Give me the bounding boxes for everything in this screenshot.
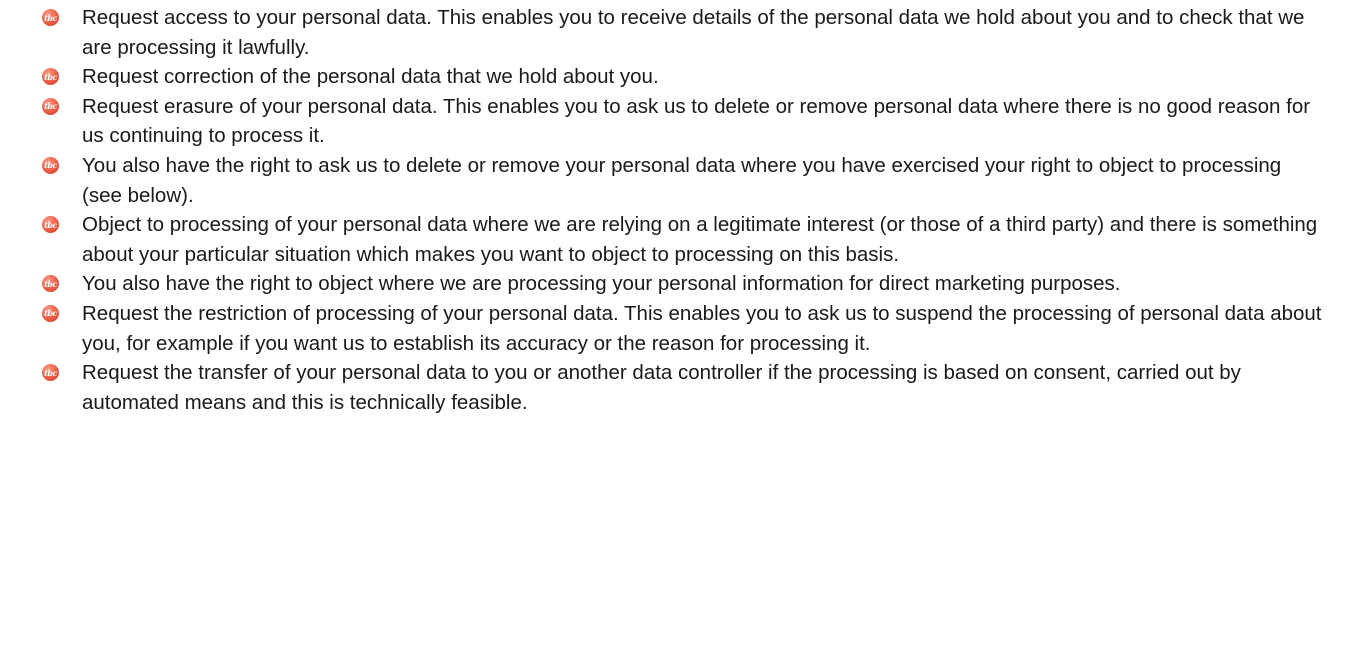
list-item: tbc Request the restriction of processin… xyxy=(42,299,1325,358)
tbc-logo-bullet-icon: tbc xyxy=(42,275,59,293)
list-item: tbc Request the transfer of your persona… xyxy=(42,358,1325,417)
list-item: tbc Request correction of the personal d… xyxy=(42,62,1325,92)
list-item: tbc Object to processing of your persona… xyxy=(42,210,1325,269)
list-item-text: Request correction of the personal data … xyxy=(82,65,659,89)
list-item-text: Object to processing of your personal da… xyxy=(82,213,1318,266)
list-item-text: You also have the right to ask us to del… xyxy=(82,153,1282,207)
tbc-logo-bullet-icon: tbc xyxy=(42,97,59,115)
list-item-text: Request the restriction of processing of… xyxy=(82,301,1322,355)
list-item: tbc Request erasure of your personal dat… xyxy=(42,92,1325,151)
list-item: tbc You also have the right to object wh… xyxy=(42,269,1325,299)
document-body: tbc Request access to your personal data… xyxy=(0,0,1365,417)
tbc-logo-bullet-icon: tbc xyxy=(42,364,59,382)
list-item-text: Request the transfer of your personal da… xyxy=(82,361,1241,414)
tbc-logo-bullet-icon: tbc xyxy=(42,9,59,26)
list-item-text: Request erasure of your personal data. T… xyxy=(82,94,1311,148)
tbc-logo-bullet-icon: tbc xyxy=(42,304,59,322)
tbc-logo-bullet-icon: tbc xyxy=(42,156,59,174)
list-item-text: Request access to your personal data. Th… xyxy=(82,6,1305,59)
tbc-logo-bullet-icon: tbc xyxy=(42,216,59,234)
list-item: tbc You also have the right to ask us to… xyxy=(42,151,1325,210)
list-item-text: You also have the right to object where … xyxy=(82,272,1121,296)
list-item: tbc Request access to your personal data… xyxy=(42,3,1325,62)
rights-list: tbc Request access to your personal data… xyxy=(42,3,1325,417)
tbc-logo-bullet-icon: tbc xyxy=(42,68,59,86)
